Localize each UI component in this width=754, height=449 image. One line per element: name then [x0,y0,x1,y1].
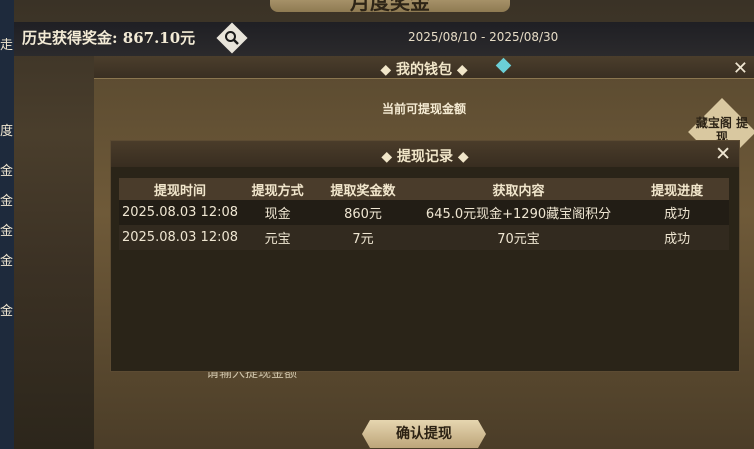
table-cell: 成功 [625,200,729,225]
left-menu-item[interactable]: 度 [0,120,14,139]
left-menu-item[interactable]: 金 [0,190,14,209]
confirm-withdraw-button[interactable]: 确认提现 [362,420,486,448]
withdrawable-label: 当前可提现金额 [381,102,466,116]
table-cell: 元宝 [241,225,315,250]
column-header: 提取奖金数 [314,178,412,200]
table-cell: 现金 [241,200,315,225]
table-cell: 2025.08.03 12:08 [119,200,241,225]
left-menu-item[interactable]: 金 [0,300,14,319]
records-title: ◆ 提现记录 ◆ [381,149,469,165]
close-icon[interactable]: ✕ [733,58,748,79]
withdraw-records-dialog: ◆ 提现记录 ◆ ✕ 提现时间 提现方式 提取奖金数 获取内容 提现进度 202… [110,140,740,372]
table-cell: 2025.08.03 12:08 [119,225,241,250]
table-cell: 645.0元现金+1290藏宝阁积分 [411,200,626,225]
left-menu-item[interactable]: 走 [0,34,14,53]
search-icon [225,31,239,45]
records-table: 提现时间 提现方式 提取奖金数 获取内容 提现进度 2025.08.03 12:… [119,178,729,250]
table-row: 2025.08.03 12:08 现金 860元 645.0元现金+1290藏宝… [119,200,729,225]
left-menu-item[interactable]: 金 [0,160,14,179]
left-menu: 走 度 金 金 金 金 金 [0,0,14,449]
page-title: 月度奖金 [270,0,510,14]
column-header: 提现方式 [241,178,315,200]
left-menu-item[interactable]: 金 [0,250,14,269]
table-cell: 7元 [314,225,412,250]
history-bonus: 历史获得奖金: 867.10元 [22,29,196,47]
left-menu-item[interactable]: 金 [0,220,14,239]
records-header: ◆ 提现记录 ◆ ✕ [111,141,739,167]
table-cell: 70元宝 [411,225,626,250]
table-row: 2025.08.03 12:08 元宝 7元 70元宝 成功 [119,225,729,250]
table-header-row: 提现时间 提现方式 提取奖金数 获取内容 提现进度 [119,178,729,200]
column-header: 提现进度 [625,178,729,200]
wallet-header: ◆ 我的钱包 ◆ ✕ [94,56,754,79]
table-cell: 成功 [625,225,729,250]
close-icon[interactable]: ✕ [715,143,731,165]
wallet-title: ◆ 我的钱包 ◆ [380,62,468,78]
table-cell: 860元 [314,200,412,225]
column-header: 获取内容 [411,178,626,200]
column-header: 提现时间 [119,178,241,200]
date-range: 2025/08/10 - 2025/08/30 [408,30,559,44]
